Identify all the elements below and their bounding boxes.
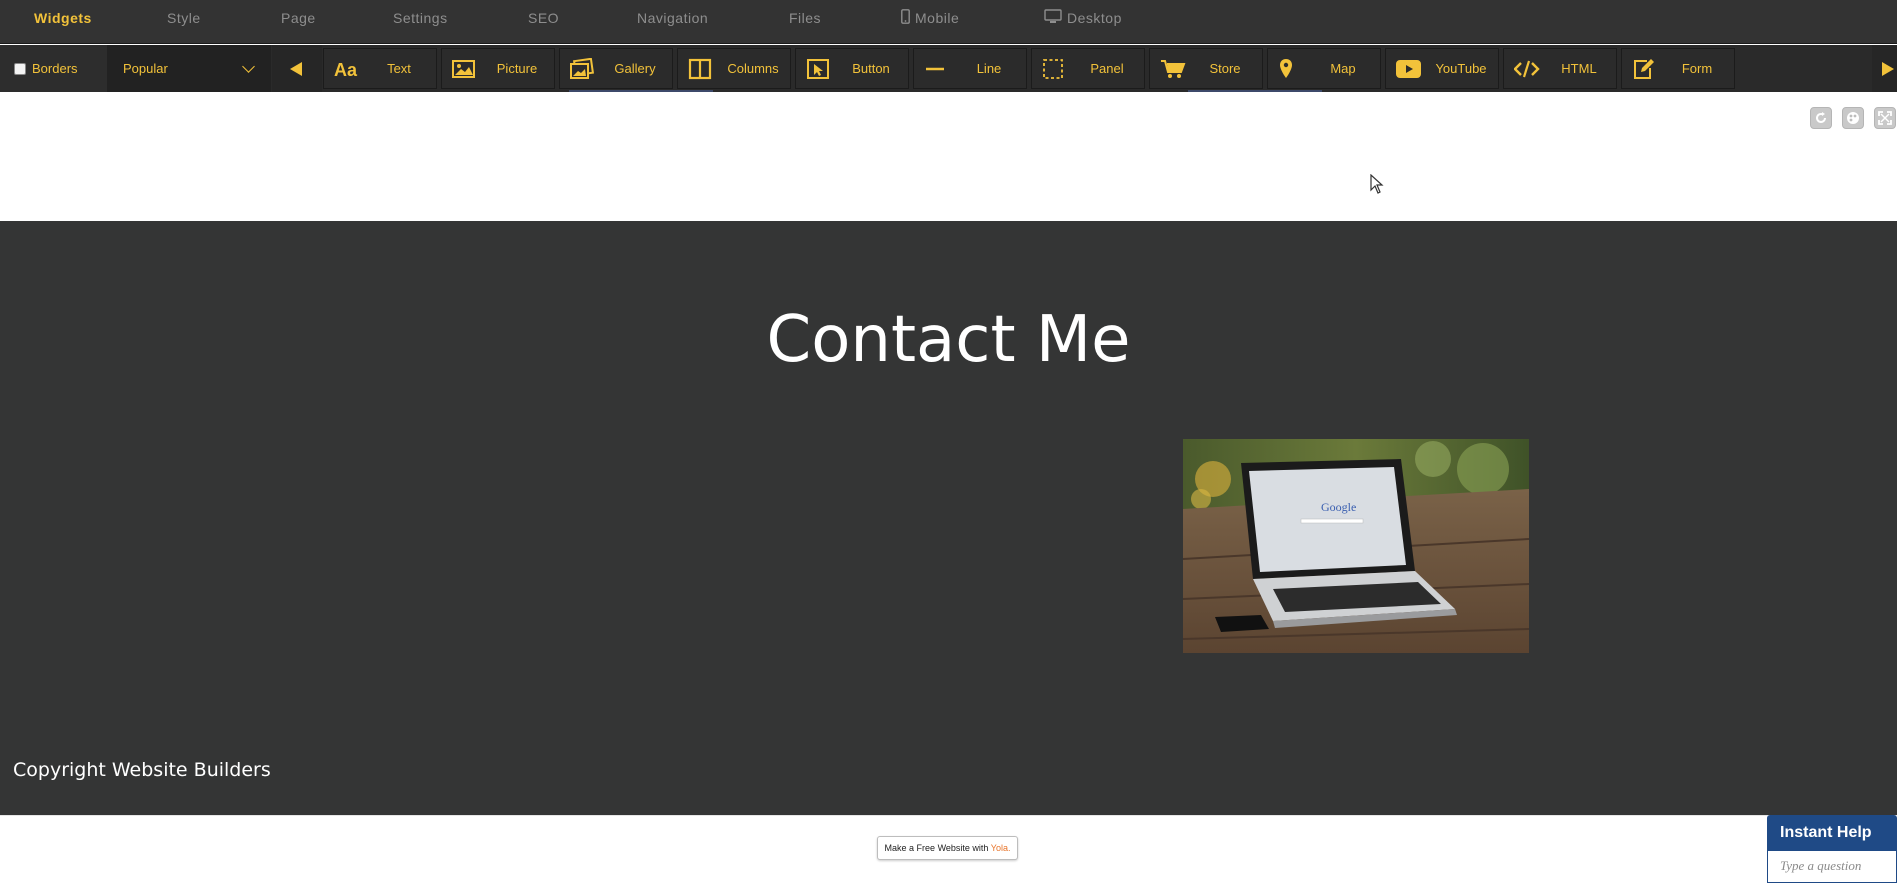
gallery-icon [570,57,595,80]
chevron-down-icon [242,60,255,73]
tab-desktop[interactable]: Desktop [1044,0,1122,38]
widget-button-label: Button [852,61,890,76]
top-tab-bar: Widgets Style Page Settings SEO Navigati… [0,0,1897,44]
fullscreen-button[interactable] [1874,107,1896,129]
widget-columns-label: Columns [727,61,779,76]
palette-button[interactable] [1842,107,1864,129]
widget-youtube-label: YouTube [1435,61,1487,76]
scroll-left-button[interactable] [272,45,322,92]
widget-panel-button[interactable]: Panel [1031,48,1145,89]
form-icon [1632,58,1656,80]
tab-seo[interactable]: SEO [528,0,559,38]
tab-page[interactable]: Page [281,0,316,38]
laptop-photo[interactable]: Google [1183,439,1529,653]
svg-text:Aa: Aa [334,60,358,80]
widget-button-button[interactable]: Button [795,48,909,89]
palette-icon [1847,112,1859,124]
cart-icon [1160,58,1186,80]
tab-settings[interactable]: Settings [393,0,448,38]
tab-style[interactable]: Style [167,0,201,38]
page-canvas-header [0,92,1897,221]
line-icon [924,58,948,80]
widget-form-label: Form [1681,61,1713,76]
widget-gallery-label: Gallery [614,61,656,76]
arrow-right-icon [1882,62,1894,76]
instant-help-widget: Instant Help Type a question [1767,815,1897,883]
page-heading[interactable]: Contact Me [0,303,1897,377]
button-icon [806,58,830,80]
borders-toggle[interactable]: Borders [0,45,107,92]
widget-youtube-button[interactable]: YouTube [1385,48,1499,89]
widget-category-value: Popular [123,61,168,76]
widget-category-select[interactable]: Popular [107,45,271,92]
tab-files[interactable]: Files [789,0,821,38]
tab-desktop-label: Desktop [1067,10,1122,26]
widget-line-button[interactable]: Line [913,48,1027,89]
widget-store-button[interactable]: Store [1149,48,1263,89]
widget-line-label: Line [976,61,1002,76]
widget-store-label: Store [1209,61,1241,76]
text-icon: Aa [334,58,358,80]
widget-columns-button[interactable]: Columns [677,48,791,89]
youtube-icon [1396,58,1421,80]
widget-form-button[interactable]: Form [1621,48,1735,89]
widget-gallery-button[interactable]: Gallery [559,48,673,89]
laptop-image-icon: Google [1183,439,1529,653]
help-question-input[interactable]: Type a question [1767,851,1897,883]
widget-panel-label: Panel [1090,61,1124,76]
code-icon [1513,58,1540,80]
copyright-text[interactable]: Copyright Website Builders [13,759,271,781]
tab-mobile-label: Mobile [915,10,960,26]
tab-widgets[interactable]: Widgets [34,0,92,38]
widget-picture-label: Picture [496,61,538,76]
picture-icon [452,58,476,80]
yola-brand: Yola. [990,843,1011,853]
widget-picture-button[interactable]: Picture [441,48,555,89]
widget-text-button[interactable]: Aa Text [323,48,437,89]
panel-icon [1042,58,1066,80]
yola-badge-text: Make a Free Website with [884,843,991,853]
contact-section[interactable]: Contact Me Google Copyright Website Buil… [0,221,1897,815]
yola-badge[interactable]: Make a Free Website with Yola. [877,836,1018,860]
refresh-button[interactable] [1810,107,1832,129]
tab-mobile[interactable]: Mobile [901,0,959,38]
refresh-icon [1816,112,1826,123]
instant-help-title[interactable]: Instant Help [1767,815,1897,851]
widget-text-label: Text [387,61,411,76]
widget-map-label: Map [1330,61,1356,76]
borders-checkbox[interactable] [14,63,26,75]
desktop-icon [1044,1,1062,38]
expand-icon [1878,111,1892,125]
widget-map-button[interactable]: Map [1267,48,1381,89]
widget-html-button[interactable]: HTML [1503,48,1617,89]
widget-html-label: HTML [1561,61,1597,76]
svg-text:Google: Google [1321,500,1356,514]
widgets-toolbar: Borders Popular Aa Text Picture Gallery … [0,45,1897,92]
borders-label: Borders [32,61,78,76]
tab-navigation[interactable]: Navigation [637,0,708,38]
scroll-right-button[interactable] [1872,45,1897,92]
mobile-icon [901,1,910,38]
map-pin-icon [1278,58,1302,80]
columns-icon [688,58,712,80]
page-footer: Make a Free Website with Yola. [0,815,1897,883]
mouse-cursor-icon [1370,173,1384,199]
arrow-left-icon [290,62,302,76]
